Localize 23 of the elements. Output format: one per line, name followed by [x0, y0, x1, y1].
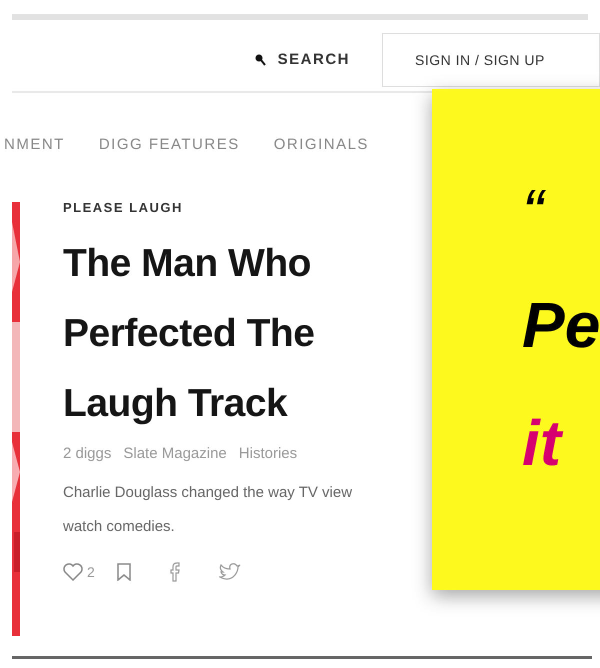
article-category[interactable]: PLEASE LAUGH — [63, 199, 352, 217]
nav-link[interactable]: DIGG FEATURES — [98, 134, 240, 156]
meta-text: Slate Magazine — [123, 444, 227, 464]
card-text: Pe — [522, 288, 600, 363]
meta-text: Histories — [238, 444, 298, 464]
bookmark-icon[interactable] — [116, 563, 131, 581]
description-line: watch comedies. — [63, 516, 176, 536]
card-text: it — [522, 406, 564, 481]
sign-in-button[interactable]: SIGN IN / SIGN UP — [382, 33, 600, 87]
headline-line[interactable]: Laugh Track — [63, 369, 352, 439]
card-text: “ — [522, 167, 600, 257]
nav-link[interactable]: ORIGINALS — [274, 134, 369, 156]
headline-line[interactable]: Perfected The — [63, 299, 352, 369]
search-icon — [254, 54, 266, 66]
heart-icon[interactable] — [63, 563, 83, 581]
twitter-icon[interactable] — [218, 563, 241, 581]
meta-text: 2 diggs — [63, 444, 112, 464]
headline-line[interactable]: The Man Who — [63, 229, 352, 299]
nav-link[interactable]: NMENT — [4, 134, 65, 156]
facebook-icon[interactable] — [168, 562, 181, 582]
digg-count: 2 — [87, 562, 95, 582]
description-line: Charlie Douglass changed the way TV view — [63, 482, 352, 502]
search-link[interactable]: SEARCH — [278, 48, 350, 72]
